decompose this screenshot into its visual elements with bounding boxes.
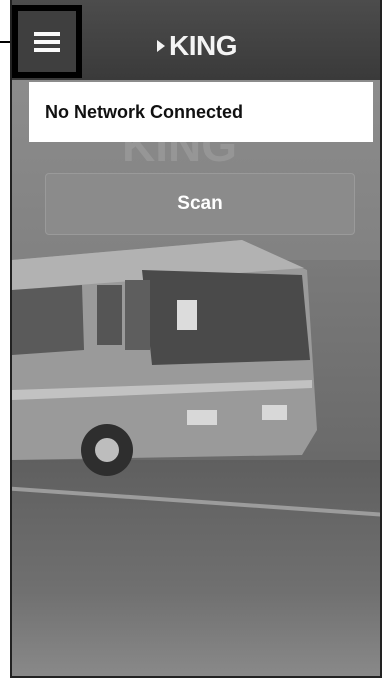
rv-illustration [12,240,317,476]
scan-button[interactable]: Scan [45,173,355,235]
hamburger-icon [34,31,60,52]
brand-name: KING [169,30,238,61]
network-status-text: No Network Connected [45,101,244,122]
scan-button-label: Scan [177,193,223,214]
logo-arrow-icon [157,40,165,52]
brand-logo: KING [157,30,238,61]
app-screen: KING KING No Network Connected Scan [10,0,382,678]
network-status-card: No Network Connected [29,82,373,142]
menu-button[interactable] [12,5,82,78]
